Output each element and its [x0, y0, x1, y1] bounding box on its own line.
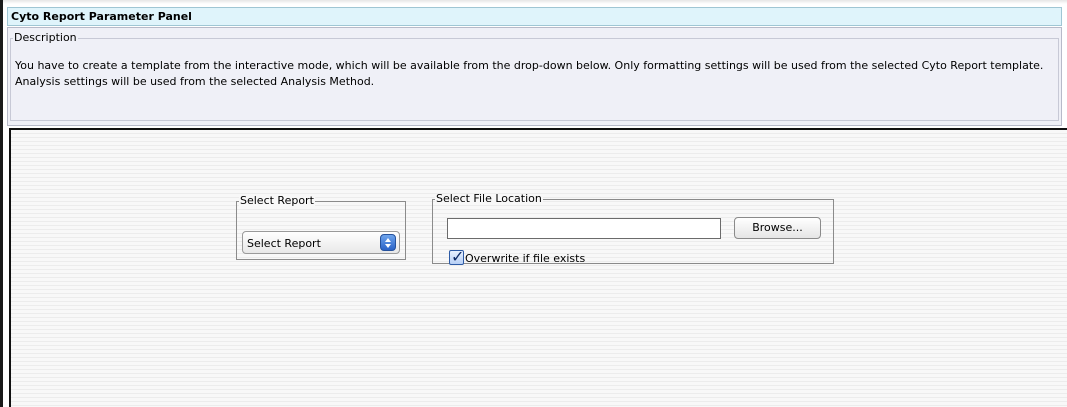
- description-legend: Description: [14, 31, 77, 44]
- description-panel: Description You have to create a templat…: [7, 27, 1062, 126]
- description-text: You have to create a template from the i…: [15, 59, 1044, 88]
- overwrite-label: Overwrite if file exists: [465, 252, 586, 265]
- browse-button[interactable]: Browse...: [734, 217, 821, 239]
- select-report-group: Select Report Select Report: [236, 194, 406, 260]
- updown-arrow-icon[interactable]: [380, 234, 396, 251]
- select-report-legend: Select Report: [239, 194, 315, 207]
- select-file-location-group: Select File Location Browse... ✓ Overwri…: [432, 192, 834, 266]
- panel-title: Cyto Report Parameter Panel: [7, 7, 1062, 26]
- window-left-edge: [0, 0, 3, 407]
- description-group: Description You have to create a templat…: [10, 31, 1059, 121]
- window-top-edge: [0, 0, 1067, 4]
- report-select-value: Select Report: [247, 237, 321, 250]
- parameters-area: [9, 128, 1067, 407]
- file-location-input[interactable]: [447, 218, 721, 239]
- report-select[interactable]: Select Report: [242, 231, 400, 254]
- checkmark-icon: ✓: [451, 247, 465, 266]
- overwrite-checkbox[interactable]: ✓: [449, 247, 465, 266]
- select-file-location-legend: Select File Location: [435, 192, 543, 205]
